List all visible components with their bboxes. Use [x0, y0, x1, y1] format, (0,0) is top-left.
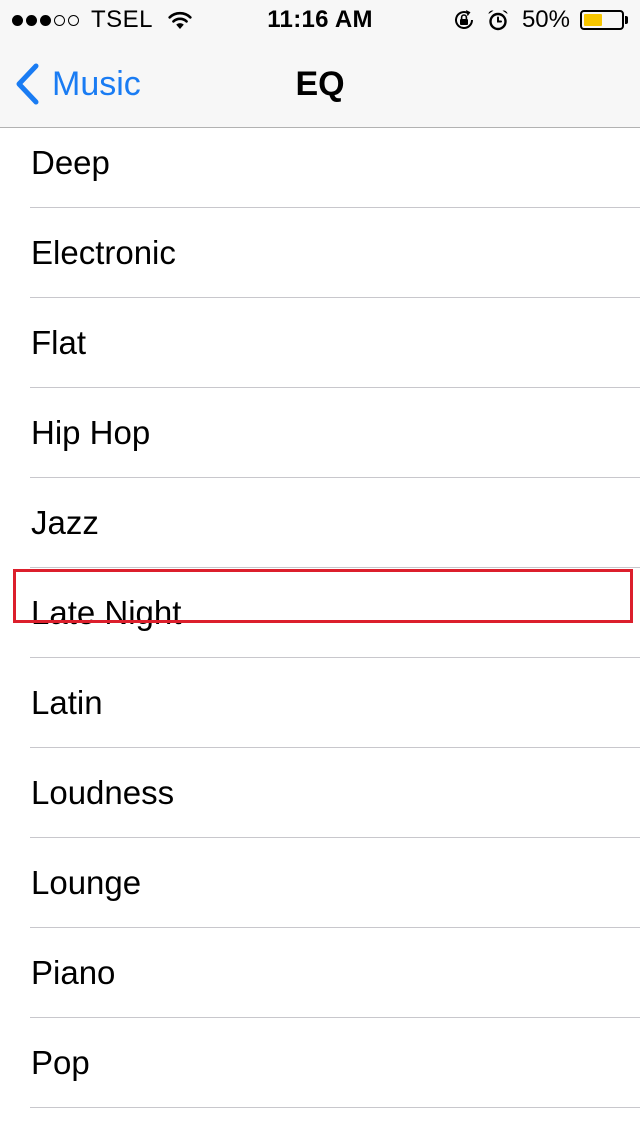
eq-item-label: Latin: [31, 684, 103, 721]
eq-item-pop[interactable]: Pop: [0, 1018, 640, 1108]
eq-item-label: Piano: [31, 954, 116, 991]
battery-fill: [584, 14, 602, 26]
back-button-label: Music: [52, 64, 141, 103]
eq-item-label: Late Night: [31, 594, 182, 631]
chevron-left-icon: [16, 63, 39, 105]
status-right: 50%: [452, 0, 630, 40]
eq-preset-list: Deep Electronic Flat Hip Hop Jazz Late N…: [0, 118, 640, 1108]
battery-percent: 50%: [521, 6, 570, 33]
back-button[interactable]: Music: [14, 40, 141, 128]
eq-item-hip-hop[interactable]: Hip Hop: [0, 388, 640, 478]
battery-icon: [580, 9, 630, 31]
eq-item-label: Flat: [31, 324, 87, 361]
eq-item-late-night[interactable]: Late Night: [0, 568, 640, 658]
eq-item-flat[interactable]: Flat: [0, 298, 640, 388]
eq-item-label: Pop: [31, 1044, 90, 1081]
eq-item-jazz[interactable]: Jazz: [0, 478, 640, 568]
screen: TSEL 11:16 AM 50% Music EQ Deep Electron…: [0, 0, 640, 1136]
rotation-lock-icon: [454, 10, 473, 29]
eq-item-label: Jazz: [31, 504, 99, 541]
eq-item-label: Deep: [31, 144, 110, 181]
eq-item-label: Lounge: [31, 864, 142, 901]
battery-body: [580, 10, 624, 30]
alarm-icon: [488, 10, 508, 31]
eq-item-label: Hip Hop: [31, 414, 151, 451]
status-bar: TSEL 11:16 AM 50%: [0, 0, 640, 40]
eq-item-deep[interactable]: Deep: [0, 118, 640, 208]
battery-cap: [625, 16, 628, 24]
eq-item-label: Electronic: [31, 234, 176, 271]
eq-item-lounge[interactable]: Lounge: [0, 838, 640, 928]
eq-item-latin[interactable]: Latin: [0, 658, 640, 748]
eq-item-piano[interactable]: Piano: [0, 928, 640, 1018]
eq-item-electronic[interactable]: Electronic: [0, 208, 640, 298]
eq-item-label: Loudness: [31, 774, 175, 811]
eq-item-loudness[interactable]: Loudness: [0, 748, 640, 838]
navigation-bar: Music EQ: [0, 40, 640, 128]
